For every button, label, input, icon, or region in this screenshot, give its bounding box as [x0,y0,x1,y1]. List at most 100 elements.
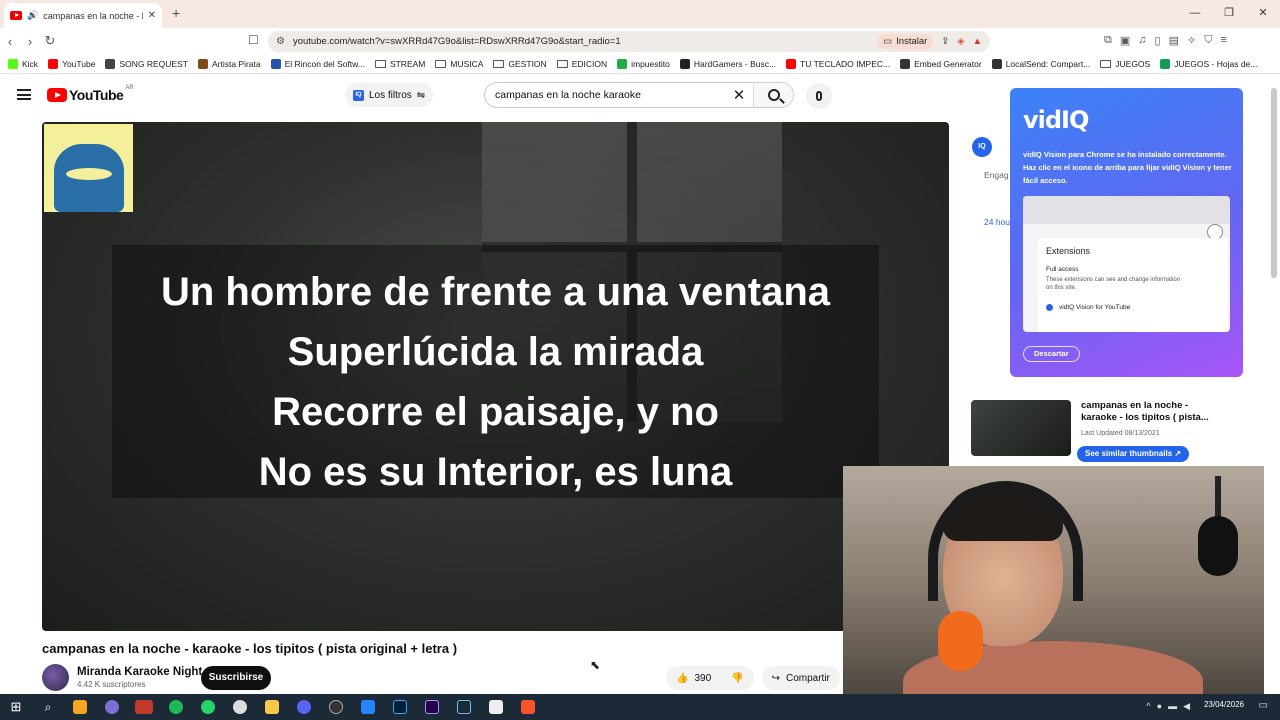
browser-tab[interactable]: 🔊 campanas en la noche - karao ✕ [4,3,162,28]
tray-chevron-icon[interactable]: ^ [1146,701,1150,712]
extensions-panel-preview: Extensions Full access These extensions … [1038,238,1228,332]
bookmark-item[interactable]: JUEGOS [1100,59,1150,69]
bookmark-item[interactable]: MUSICA [435,59,483,69]
bookmark-icon[interactable]: ☐ [248,33,259,47]
bookmark-item[interactable]: Embed Generator [900,58,982,69]
close-tab-icon[interactable]: ✕ [148,10,156,21]
url-text[interactable]: youtube.com/watch?v=swXRRd47G9o&list=RDs… [293,36,869,47]
recommended-thumbnail[interactable] [971,400,1071,456]
site-info-icon[interactable]: ⚙ [276,36,285,47]
app-icon[interactable] [96,694,128,720]
reload-icon[interactable]: ↻ [40,33,60,49]
forward-icon[interactable]: › [20,34,40,49]
page-scrollbar[interactable] [1271,88,1277,278]
network-icon[interactable]: ▬ [1168,701,1177,712]
channel-name[interactable]: Miranda Karaoke Night [77,666,202,678]
new-tab-icon[interactable]: + [172,5,180,21]
like-icon[interactable]: 👍 [676,673,688,684]
brave-browser-icon[interactable] [512,694,544,720]
voice-search-button[interactable] [806,83,832,109]
file-explorer-icon[interactable] [256,694,288,720]
extensions-icon[interactable]: ⧉ [1104,34,1112,47]
back-icon[interactable]: ‹ [0,34,20,49]
notifications-icon[interactable]: ▭ [1259,700,1268,711]
share-icon[interactable]: ⇪ [941,36,949,47]
window-controls: — ❐ ✕ [1178,0,1280,28]
recommended-title[interactable]: campanas en la noche - karaoke - los tip… [1081,400,1221,424]
youtube-logo[interactable]: YouTube AR [47,85,134,103]
bookmark-item[interactable]: GESTION [493,59,547,69]
discord-icon[interactable] [288,694,320,720]
photoshop-icon[interactable] [384,694,416,720]
search-icon [767,89,780,101]
dismiss-button[interactable]: Descartar [1023,346,1080,362]
sidebar-icon[interactable]: ▯ [1155,34,1161,47]
url-field[interactable]: ⚙ youtube.com/watch?v=swXRRd47G9o&list=R… [268,31,990,52]
tab-search-icon[interactable]: ▣ [1120,34,1130,47]
subscribe-button[interactable]: Suscribirse [201,666,271,690]
search-button[interactable] [753,83,793,107]
restore-icon[interactable]: ❐ [1212,0,1246,28]
spotify-icon[interactable] [160,694,192,720]
taskbar-date[interactable]: 23/04/2026 [1204,700,1244,709]
install-button[interactable]: ▭ Instalar [877,34,934,49]
filters-button[interactable]: IQ Los filtros ⇋ [345,83,434,107]
bookmark-label: SONG REQUEST [119,58,188,69]
epic-games-icon[interactable] [480,694,512,720]
mic-tray-icon[interactable]: ● [1157,701,1162,712]
search-taskbar-icon[interactable]: ⌕ [32,694,64,720]
brave-shield-icon[interactable]: ◈ [957,36,964,47]
browser-tab-bar: 🔊 campanas en la noche - karao ✕ + — ❐ ✕ [0,0,1280,28]
whatsapp-icon[interactable] [192,694,224,720]
close-window-icon[interactable]: ✕ [1246,0,1280,28]
clear-search-icon[interactable]: ✕ [725,86,753,104]
bookmark-item[interactable]: SONG REQUEST [105,58,188,69]
bookmark-item[interactable]: TU TECLADO IMPEC... [786,58,890,69]
hamburger-menu-icon[interactable] [17,89,31,100]
lyric-line: No es su Interior, es luna [258,450,733,494]
bookmark-item[interactable]: impuestito [617,58,670,69]
video-player[interactable]: Un hombre de frente a una ventana Superl… [42,122,949,631]
obs-studio-icon[interactable] [320,694,352,720]
bookmark-item[interactable]: EDICION [556,59,607,69]
period-label[interactable]: 24 hou [984,217,1010,227]
mouse-cursor-icon: ⬉ [590,658,601,672]
similar-thumbnails-button[interactable]: See similar thumbnails ↗ [1077,446,1190,462]
sourcetree-icon[interactable] [352,694,384,720]
music-icon[interactable]: ♫ [1138,34,1146,47]
menu-icon[interactable]: ≡ [1220,34,1226,47]
wallet-icon[interactable]: ▤ [1169,34,1179,47]
bookmark-item[interactable]: STREAM [374,59,425,69]
vpn-icon[interactable]: ⛉ [1204,34,1212,47]
system-tray: ^ ● ▬ ◀ [1146,701,1190,712]
leo-icon[interactable]: ✧ [1187,34,1196,47]
obs-icon[interactable] [224,694,256,720]
voicemeeter-icon[interactable] [128,694,160,720]
windows-start-icon[interactable]: ⊞ [0,694,32,720]
vidiq-sidebar-icon[interactable]: IQ [972,137,992,157]
youtube-icon [48,58,59,69]
search-input[interactable] [485,89,725,101]
channel-avatar[interactable] [42,664,69,691]
firebase-icon[interactable] [64,694,96,720]
dislike-icon[interactable]: 👎 [731,673,743,684]
monitor-icon: ▭ [883,36,893,47]
external-link-icon: ↗ [1174,449,1182,458]
bookmark-item[interactable]: YouTube [48,58,95,69]
recommended-video[interactable]: campanas en la noche - karaoke - los tip… [971,400,1231,462]
bookmark-item[interactable]: Kick [8,58,38,69]
bookmark-item[interactable]: Artista Pirata [197,58,261,69]
similar-thumbnails-label: See similar thumbnails [1085,449,1173,458]
steam-icon[interactable] [448,694,480,720]
like-count[interactable]: 390 [694,673,711,684]
share-button[interactable]: ↪ Compartir [761,666,840,690]
bookmark-item[interactable]: El Rincon del Softw... [270,58,365,69]
minimize-icon[interactable]: — [1178,0,1212,28]
premiere-icon[interactable] [416,694,448,720]
bookmark-item[interactable]: JUEGOS - Hojas de... [1160,58,1257,69]
bookmark-item[interactable]: LocalSend: Compart... [991,58,1090,69]
volume-icon[interactable]: ◀ [1183,701,1190,712]
rewards-icon[interactable]: ▲ [973,36,982,47]
bookmark-label: Artista Pirata [211,58,261,69]
bookmark-item[interactable]: HardGamers - Busc... [679,58,776,69]
